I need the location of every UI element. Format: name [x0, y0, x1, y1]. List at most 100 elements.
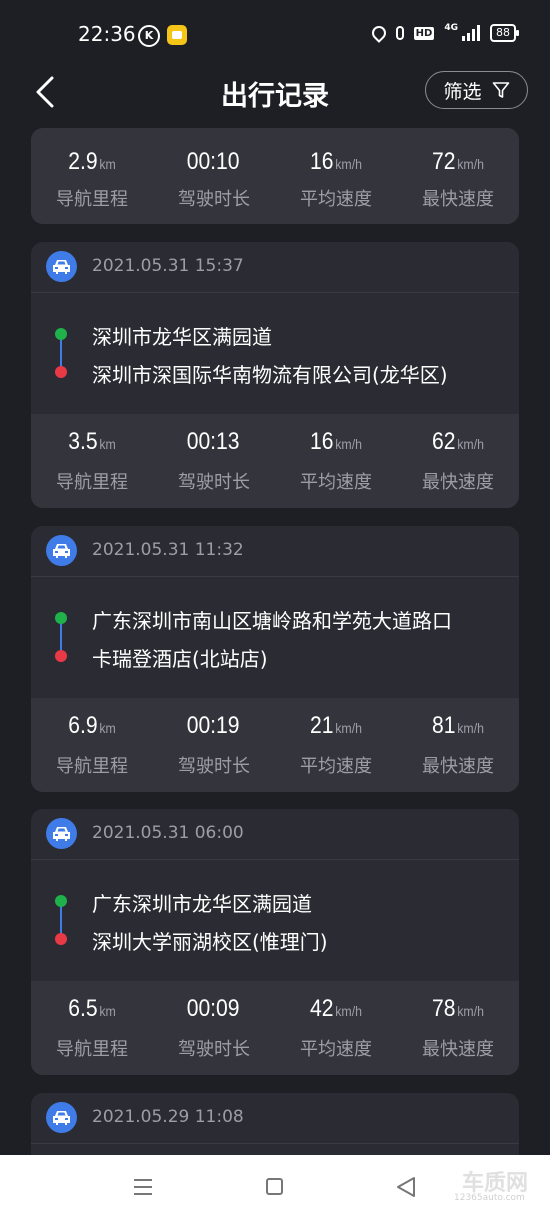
end-point-icon — [55, 933, 67, 945]
stat-value: 6.5 — [68, 995, 98, 1022]
stat-max-speed: 62 km/h 最快速度 — [397, 414, 519, 508]
stat-unit: km/h — [335, 720, 362, 736]
stat-duration: 00:09 驾驶时长 — [153, 981, 275, 1075]
start-location: 广东深圳市南山区塘岭路和学苑大道路口 — [92, 609, 452, 633]
trip-time: 2021.05.31 15:37 — [92, 256, 244, 276]
trip-card-header: 2021.05.29 11:08 — [31, 1093, 519, 1144]
stat-label: 导航里程 — [56, 1039, 128, 1060]
trip-route: 广东深圳市南山区塘岭路和学苑大道路口 卡瑞登酒店(北站店) — [31, 577, 519, 698]
stat-unit: km/h — [457, 720, 484, 736]
stat-label: 最快速度 — [422, 189, 494, 210]
location-icon — [368, 23, 389, 43]
stat-value: 62 — [432, 428, 456, 455]
stat-label: 平均速度 — [300, 472, 372, 493]
trip-card-partial[interactable]: 2.9 km 导航里程 00:10 驾驶时长 16 km/h 平均速度 72 km/h… — [31, 128, 519, 224]
stat-unit: km/h — [457, 156, 484, 172]
stat-unit: km — [99, 436, 116, 452]
stat-unit: km/h — [335, 156, 362, 172]
stat-unit: km — [99, 156, 116, 172]
trip-stats: 2.9 km 导航里程 00:10 驾驶时长 16 km/h 平均速度 72 km/h… — [31, 128, 519, 224]
start-point-icon — [55, 612, 67, 624]
trip-card[interactable]: 2021.05.31 06:00 广东深圳市龙华区满园道 深圳大学丽湖校区(惟理… — [31, 809, 519, 1075]
home-square-icon[interactable] — [266, 1178, 283, 1195]
trip-card[interactable]: 2021.05.29 11:08 — [31, 1093, 519, 1155]
stat-unit: km/h — [457, 436, 484, 452]
stat-label: 驾驶时长 — [178, 189, 250, 210]
trip-time: 2021.05.31 11:32 — [92, 540, 244, 560]
stat-value: 81 — [432, 712, 456, 739]
stat-value: 72 — [432, 148, 456, 175]
mic-icon — [395, 26, 404, 40]
filter-button[interactable]: 筛选 — [425, 71, 528, 109]
status-time: 22:36 — [78, 22, 136, 46]
stat-duration: 00:19 驾驶时长 — [153, 698, 275, 792]
stat-avg-speed: 21 km/h 平均速度 — [275, 698, 397, 792]
stat-value: 6.9 — [68, 712, 98, 739]
trip-route: 深圳市龙华区满园道 深圳市深国际华南物流有限公司(龙华区) — [31, 293, 519, 414]
trip-stats: 6.9 km 导航里程 00:19 驾驶时长 21 km/h 平均速度 81 km/h… — [31, 698, 519, 792]
stat-value: 78 — [432, 995, 456, 1022]
stat-value: 00:13 — [186, 428, 240, 455]
battery-icon: 88 — [490, 24, 519, 42]
back-triangle-icon[interactable] — [396, 1176, 416, 1198]
stat-value: 16 — [310, 148, 334, 175]
stat-value: 16 — [310, 428, 334, 455]
stat-avg-speed: 16 km/h 平均速度 — [275, 414, 397, 508]
start-point-icon — [55, 328, 67, 340]
trip-card[interactable]: 2021.05.31 11:32 广东深圳市南山区塘岭路和学苑大道路口 卡瑞登酒… — [31, 526, 519, 792]
stat-max-speed: 81 km/h 最快速度 — [397, 698, 519, 792]
stat-label: 驾驶时长 — [178, 756, 250, 777]
stat-value: 00:09 — [186, 995, 240, 1022]
car-icon — [46, 251, 77, 282]
stat-unit: km — [99, 720, 116, 736]
trip-card-header: 2021.05.31 15:37 — [31, 242, 519, 293]
stat-avg-speed: 16 km/h 平均速度 — [275, 128, 397, 224]
stat-value: 3.5 — [68, 428, 98, 455]
stat-unit: km/h — [457, 1003, 484, 1019]
app-notification-icon — [167, 25, 187, 45]
stat-value: 21 — [310, 712, 334, 739]
trip-route: 广东深圳市龙华区满园道 深圳大学丽湖校区(惟理门) — [31, 860, 519, 981]
stat-value: 2.9 — [68, 148, 98, 175]
stat-label: 最快速度 — [422, 756, 494, 777]
trip-stats: 3.5 km 导航里程 00:13 驾驶时长 16 km/h 平均速度 62 km/h… — [31, 414, 519, 508]
stat-label: 平均速度 — [300, 1039, 372, 1060]
filter-label: 筛选 — [443, 80, 482, 103]
stat-value: 00:19 — [186, 712, 240, 739]
trip-time: 2021.05.31 06:00 — [92, 823, 244, 843]
stat-distance: 6.5 km 导航里程 — [31, 981, 153, 1075]
car-icon — [46, 1102, 77, 1133]
end-location: 卡瑞登酒店(北站店) — [92, 647, 268, 671]
stat-label: 最快速度 — [422, 1039, 494, 1060]
stat-label: 导航里程 — [56, 472, 128, 493]
end-point-icon — [55, 366, 67, 378]
start-point-icon — [55, 895, 67, 907]
system-nav-bar: 车质网 12365auto.com — [0, 1155, 550, 1222]
trip-stats: 6.5 km 导航里程 00:09 驾驶时长 42 km/h 平均速度 78 km/h… — [31, 981, 519, 1075]
stat-value: 42 — [310, 995, 334, 1022]
hd-icon: HD — [413, 26, 435, 40]
stat-unit: km/h — [335, 1003, 362, 1019]
stat-distance: 2.9 km 导航里程 — [31, 128, 153, 224]
stat-avg-speed: 42 km/h 平均速度 — [275, 981, 397, 1075]
status-icons: HD 4G 88 — [368, 23, 519, 43]
stat-label: 导航里程 — [56, 189, 128, 210]
trip-card[interactable]: 2021.05.31 15:37 深圳市龙华区满园道 深圳市深国际华南物流有限公… — [31, 242, 519, 508]
stat-duration: 00:13 驾驶时长 — [153, 414, 275, 508]
stat-label: 平均速度 — [300, 189, 372, 210]
end-location: 深圳市深国际华南物流有限公司(龙华区) — [92, 363, 448, 387]
stat-unit: km — [99, 1003, 116, 1019]
header: 出行记录 筛选 — [0, 62, 550, 122]
car-icon — [46, 535, 77, 566]
stat-distance: 6.9 km 导航里程 — [31, 698, 153, 792]
trip-card-header: 2021.05.31 06:00 — [31, 809, 519, 860]
status-bar: 22:36 K HD 4G 88 — [0, 0, 550, 68]
chevron-left-icon[interactable] — [30, 74, 66, 110]
car-icon — [46, 818, 77, 849]
menu-icon[interactable] — [133, 1177, 153, 1197]
end-point-icon — [55, 650, 67, 662]
stat-label: 最快速度 — [422, 472, 494, 493]
signal-icon — [462, 25, 480, 41]
stat-distance: 3.5 km 导航里程 — [31, 414, 153, 508]
stat-label: 驾驶时长 — [178, 472, 250, 493]
